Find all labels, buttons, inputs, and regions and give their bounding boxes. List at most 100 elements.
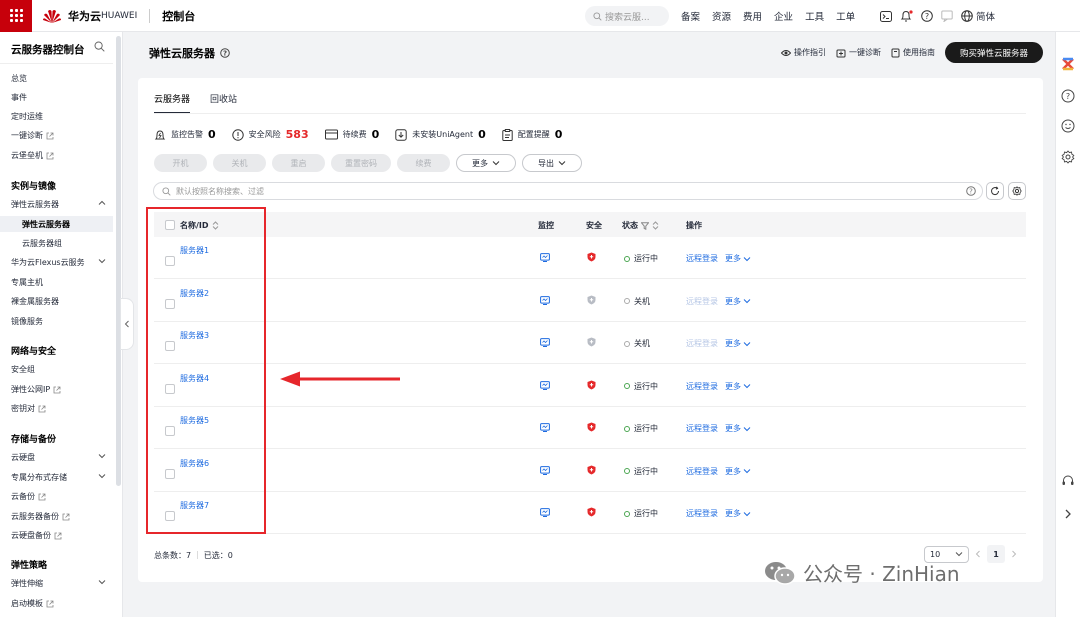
- sidebar-item-overview[interactable]: 总览: [11, 73, 106, 84]
- stat-config-reminder[interactable]: 配置提醒 0: [502, 128, 562, 141]
- help-icon[interactable]: ?: [921, 10, 933, 22]
- nav-billing[interactable]: 费用: [743, 9, 762, 23]
- more-ops-link[interactable]: 更多: [725, 381, 751, 392]
- more-ops-link[interactable]: 更多: [725, 296, 751, 307]
- monitor-icon[interactable]: [540, 338, 550, 347]
- nav-enterprise[interactable]: 企业: [774, 9, 793, 23]
- tab-servers[interactable]: 云服务器: [154, 92, 191, 114]
- sidebar-item-evs[interactable]: 云硬盘: [11, 452, 106, 463]
- sidebar-item-bastion[interactable]: 云堡垒机: [11, 150, 106, 161]
- sidebar-item-dss[interactable]: 专属分布式存储: [11, 472, 106, 483]
- sidebar-item-diagnosis[interactable]: 一键诊断: [11, 130, 106, 141]
- sidebar-item-events[interactable]: 事件: [11, 92, 106, 103]
- smile-icon[interactable]: [1061, 119, 1075, 133]
- sidebar-item-scheduled-ops[interactable]: 定时运维: [11, 111, 106, 122]
- sidebar-item-autoscaling[interactable]: 弹性伸缩: [11, 578, 106, 589]
- remote-login-link[interactable]: 远程登录: [686, 338, 718, 349]
- buy-ecs-button[interactable]: 购买弹性云服务器: [944, 42, 1043, 63]
- global-search-input[interactable]: 搜索云服...: [585, 6, 669, 26]
- nav-tickets[interactable]: 工单: [836, 9, 855, 23]
- remote-login-link[interactable]: 远程登录: [686, 508, 718, 519]
- shield-icon[interactable]: [587, 465, 596, 475]
- sidebar-item-csbs[interactable]: 云服务器备份: [11, 511, 106, 522]
- stop-button[interactable]: 关机: [213, 154, 266, 172]
- stat-pending-renewal[interactable]: 待续费 0: [324, 128, 379, 141]
- sidebar-item-bms[interactable]: 裸金属服务器: [11, 296, 106, 307]
- sidebar-collapse-button[interactable]: [120, 298, 134, 350]
- settings-button[interactable]: [1008, 182, 1026, 200]
- remote-login-link[interactable]: 远程登录: [686, 296, 718, 307]
- sidebar-item-ims[interactable]: 镜像服务: [11, 316, 106, 327]
- nav-resources[interactable]: 资源: [712, 9, 731, 23]
- filter-icon[interactable]: [641, 221, 649, 230]
- message-icon[interactable]: [941, 10, 953, 22]
- remote-login-link[interactable]: 远程登录: [686, 381, 718, 392]
- refresh-button[interactable]: [986, 182, 1004, 200]
- monitor-icon[interactable]: [540, 380, 550, 390]
- reset-password-button[interactable]: 重置密码: [331, 154, 391, 172]
- sidebar-item-flexus[interactable]: 华为云Flexus云服务: [11, 257, 106, 268]
- remote-login-link[interactable]: 远程登录: [686, 466, 718, 477]
- shield-icon[interactable]: [587, 380, 596, 390]
- help-icon[interactable]: ?: [1061, 89, 1075, 103]
- sidebar-item-server-group[interactable]: 云服务器组: [22, 238, 62, 249]
- renew-button[interactable]: 续费: [397, 154, 450, 172]
- stat-monitor-alarm[interactable]: 监控告警 0: [154, 128, 216, 141]
- page-number[interactable]: 1: [987, 545, 1005, 563]
- guide-link[interactable]: 操作指引: [780, 47, 826, 58]
- manual-link[interactable]: 使用指南: [891, 47, 935, 58]
- help-icon[interactable]: ?: [220, 48, 230, 58]
- headset-icon[interactable]: [1061, 474, 1075, 488]
- stat-security-risk[interactable]: 安全风险 583: [231, 128, 309, 141]
- sidebar-item-security-group[interactable]: 安全组: [11, 364, 106, 375]
- shield-icon[interactable]: [587, 507, 596, 517]
- remote-login-link[interactable]: 远程登录: [686, 423, 718, 434]
- bell-icon[interactable]: [900, 10, 913, 22]
- more-ops-link[interactable]: 更多: [725, 338, 751, 349]
- cloud-shell-icon[interactable]: [880, 10, 892, 22]
- start-button[interactable]: 开机: [154, 154, 207, 172]
- monitor-icon[interactable]: [540, 253, 550, 262]
- more-ops-link[interactable]: 更多: [725, 253, 751, 264]
- sidebar-item-dedicated-host[interactable]: 专属主机: [11, 277, 106, 288]
- shield-icon[interactable]: [587, 337, 596, 347]
- sidebar-scrollbar[interactable]: [116, 36, 121, 486]
- sidebar-item-ecs-list[interactable]: 弹性云服务器: [22, 219, 70, 230]
- more-ops-link[interactable]: 更多: [725, 508, 751, 519]
- col-status[interactable]: 状态: [622, 220, 659, 231]
- sidebar-item-eip[interactable]: 弹性公网IP: [11, 384, 106, 395]
- monitor-icon[interactable]: [540, 423, 550, 432]
- sort-icon[interactable]: [652, 221, 659, 230]
- chevron-right-icon[interactable]: [1061, 507, 1075, 521]
- nav-filing[interactable]: 备案: [681, 9, 700, 23]
- shield-icon[interactable]: [587, 252, 596, 262]
- chevron-left-icon[interactable]: [975, 550, 981, 558]
- export-button[interactable]: 导出: [522, 154, 582, 172]
- stat-uniagent[interactable]: 未安装UniAgent 0: [395, 128, 486, 141]
- monitor-icon[interactable]: [540, 508, 550, 517]
- sidebar-item-cbr[interactable]: 云备份: [11, 491, 106, 502]
- gear-icon[interactable]: [1061, 150, 1075, 164]
- sidebar-item-launch-template[interactable]: 启动模板: [11, 598, 106, 609]
- huawei-cloud-logo[interactable]: 华为云: [42, 8, 101, 24]
- language-switch[interactable]: 简体: [961, 9, 995, 23]
- sidebar-search-icon[interactable]: [94, 41, 105, 55]
- more-ops-link[interactable]: 更多: [725, 423, 751, 434]
- sidebar-item-vbs[interactable]: 云硬盘备份: [11, 530, 106, 541]
- restart-button[interactable]: 重启: [272, 154, 325, 172]
- ai-assistant-icon[interactable]: [1061, 57, 1075, 71]
- service-list-button[interactable]: [0, 0, 32, 32]
- more-ops-link[interactable]: 更多: [725, 466, 751, 477]
- more-button[interactable]: 更多: [456, 154, 516, 172]
- console-title[interactable]: 控制台: [162, 8, 195, 24]
- remote-login-link[interactable]: 远程登录: [686, 253, 718, 264]
- sidebar-item-keypair[interactable]: 密钥对: [11, 403, 106, 414]
- shield-icon[interactable]: [587, 422, 596, 432]
- help-icon[interactable]: ?: [966, 186, 976, 196]
- nav-tools[interactable]: 工具: [805, 9, 824, 23]
- monitor-icon[interactable]: [540, 295, 550, 305]
- monitor-icon[interactable]: [540, 465, 550, 475]
- shield-icon[interactable]: [587, 295, 596, 305]
- filter-search-input[interactable]: 默认按照名称搜索、过滤 ?: [153, 182, 983, 200]
- diagnose-link[interactable]: 一键诊断: [836, 47, 881, 58]
